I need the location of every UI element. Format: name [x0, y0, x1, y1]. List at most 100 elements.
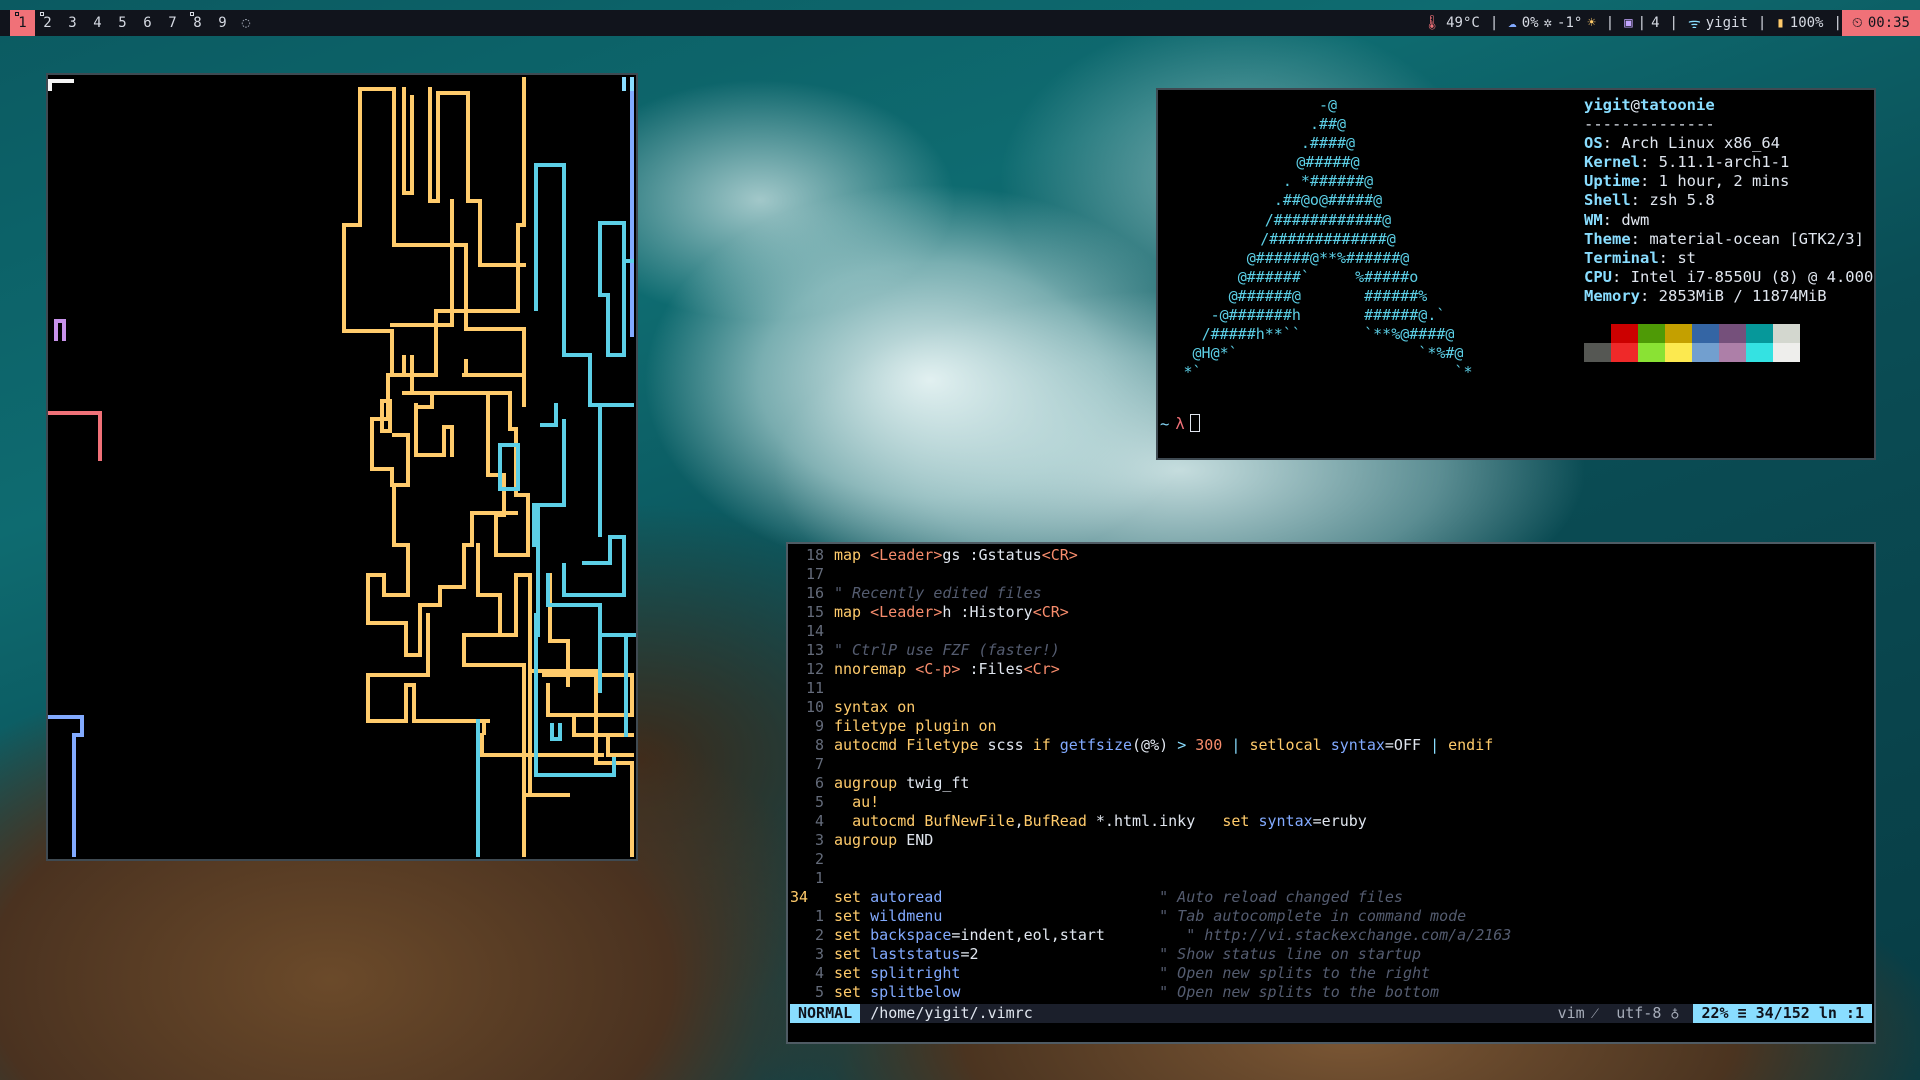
editor-buffer[interactable]: 18 map <Leader>gs :Gstatus<CR> 17 16 " Recen… — [788, 546, 1874, 1002]
info-value: st — [1677, 248, 1696, 267]
code-line[interactable]: 5 set splitbelow " Open new splits to the… — [788, 983, 1874, 1002]
code-line[interactable]: 8 autocmd Filetype scss if getfsize(@%) >… — [788, 736, 1874, 755]
logo-line: @######@ ######% — [1228, 286, 1428, 305]
info-colon: : — [1630, 229, 1650, 248]
code-line[interactable]: 10 syntax on — [788, 698, 1874, 717]
line-number: 10 — [805, 698, 824, 716]
line-number: 1 — [814, 869, 824, 887]
code-line[interactable]: 3 augroup END — [788, 831, 1874, 850]
cpu-value: 0% — [1521, 15, 1539, 31]
line-number: 7 — [814, 755, 824, 773]
info-colon: : — [1640, 286, 1659, 305]
line-number: 5 — [814, 793, 824, 811]
code-line[interactable]: 17 — [788, 565, 1874, 584]
info-row-shell: Shell: zsh 5.8 — [1584, 191, 1873, 210]
tag-label: 6 — [143, 15, 152, 31]
wifi-widget[interactable]: ᯤ yigit — [1678, 10, 1758, 36]
line-number: 3 — [814, 945, 824, 963]
info-key: Uptime — [1584, 172, 1640, 191]
line-number: 6 — [814, 774, 824, 792]
tag-9[interactable]: 9 — [210, 10, 235, 36]
info-colon: : — [1602, 134, 1622, 153]
tag-4[interactable]: 4 — [85, 10, 110, 36]
code-line[interactable]: 14 — [788, 622, 1874, 641]
color-swatch — [1611, 343, 1638, 362]
vim-editor-window[interactable]: 18 map <Leader>gs :Gstatus<CR> 17 16 " Recen… — [786, 542, 1876, 1044]
code-line[interactable]: 34 set autoread " Auto reload changed fil… — [788, 888, 1874, 907]
code-line[interactable]: 2 set backspace=indent,eol,start " http:/… — [788, 926, 1874, 945]
code-line[interactable]: 11 — [788, 679, 1874, 698]
code-line[interactable]: 13 " CtrlP use FZF (faster!) — [788, 641, 1874, 660]
separator: | — [1637, 15, 1647, 31]
info-row-memory: Memory: 2853MiB / 11874MiB — [1584, 287, 1873, 306]
color-swatch — [1611, 324, 1638, 343]
code-line[interactable]: 1 — [788, 869, 1874, 888]
code-line[interactable]: 15 map <Leader>h :History<CR> — [788, 603, 1874, 622]
code-line[interactable]: 4 set splitright " Open new splits to the… — [788, 964, 1874, 983]
occupied-indicator — [15, 12, 19, 16]
info-colon: : — [1640, 172, 1659, 191]
color-palette — [1584, 324, 1800, 362]
info-colon: : — [1602, 210, 1622, 229]
mode-indicator: NORMAL — [790, 1004, 861, 1023]
tag-1[interactable]: 1 — [10, 10, 35, 36]
code-line[interactable]: 7 — [788, 755, 1874, 774]
info-row-uptime: Uptime: 1 hour, 2 mins — [1584, 172, 1873, 191]
neofetch-terminal-window[interactable]: -@ .##@ .####@ @#####@. *######@ .##@o@#####… — [1156, 88, 1876, 460]
info-value: 5.11.1-arch1-1 — [1658, 153, 1790, 172]
tag-5[interactable]: 5 — [110, 10, 135, 36]
system-info: yigit@tatoonie -------------- OS: Arch L… — [1584, 96, 1873, 306]
tag-label: 2 — [43, 15, 52, 31]
tag-3[interactable]: 3 — [60, 10, 85, 36]
line-number: 14 — [805, 622, 824, 640]
code-line[interactable]: 16 " Recently edited files — [788, 584, 1874, 603]
clock-widget[interactable]: ⏲ 00:35 — [1841, 10, 1920, 36]
volume-widget[interactable]: ▣ | 4 — [1614, 10, 1669, 36]
statusline-right: vim ⁄ utf-8 ♁ 22% ≡ 34/152 ln :1 — [1544, 1004, 1872, 1023]
code-line[interactable]: 6 augroup twig_ft — [788, 774, 1874, 793]
clock-value: 00:35 — [1867, 15, 1910, 31]
info-key: CPU — [1584, 267, 1612, 286]
code-line[interactable]: 1 set wildmenu " Tab autocomplete in comm… — [788, 907, 1874, 926]
username: yigit — [1584, 96, 1631, 114]
vim-statusline: NORMAL /home/yigit/.vimrc vim ⁄ utf-8 ♁ … — [790, 1004, 1872, 1023]
info-value: zsh 5.8 — [1649, 191, 1715, 210]
code-line[interactable]: 12 nnoremap <C-p> :Files<Cr> — [788, 660, 1874, 679]
color-swatch — [1773, 324, 1800, 343]
line-number: 12 — [805, 660, 824, 678]
sun-icon: ☀ — [1587, 15, 1596, 31]
header-underline: -------------- — [1584, 115, 1715, 134]
pipes-terminal-window[interactable] — [46, 73, 638, 861]
shell-prompt[interactable]: ~ λ — [1160, 414, 1200, 434]
thermometer-icon: 🌡 — [1423, 15, 1442, 31]
line-content: syntax on — [834, 698, 916, 716]
code-line[interactable]: 9 filetype plugin on — [788, 717, 1874, 736]
layout-icon[interactable]: ◌ — [235, 15, 257, 31]
tag-label: 7 — [168, 15, 177, 31]
tag-8[interactable]: 8 — [185, 10, 210, 36]
pipe-pink — [54, 319, 66, 341]
info-colon: : — [1640, 153, 1659, 172]
code-line[interactable]: 4 autocmd BufNewFile,BufRead *.html.inky… — [788, 812, 1874, 831]
line-content: set splitbelow " Open new splits to the … — [834, 983, 1440, 1001]
separator: | — [1669, 15, 1678, 31]
logo-line: @#####@ — [1296, 153, 1360, 172]
line-number: 13 — [805, 641, 824, 659]
temperature-widget: 🌡 49°C — [1413, 10, 1490, 36]
line-content — [824, 679, 834, 698]
code-line[interactable]: 3 set laststatus=2 " Show status line on … — [788, 945, 1874, 964]
code-line[interactable]: 5 au! — [788, 793, 1874, 812]
pipe-blue — [48, 715, 84, 857]
tag-7[interactable]: 7 — [160, 10, 185, 36]
cursor-position: 22% ≡ 34/152 ln :1 — [1693, 1004, 1872, 1023]
pipe-cyan-group — [476, 163, 636, 857]
info-value: Intel i7-8550U (8) @ 4.000 — [1630, 267, 1874, 286]
code-line[interactable]: 18 map <Leader>gs :Gstatus<CR> — [788, 546, 1874, 565]
prompt-symbol: λ — [1175, 415, 1185, 433]
tag-2[interactable]: 2 — [35, 10, 60, 36]
info-value: 2853MiB / 11874MiB — [1658, 286, 1827, 305]
code-line[interactable]: 2 — [788, 850, 1874, 869]
pipe-white — [48, 79, 74, 91]
tag-6[interactable]: 6 — [135, 10, 160, 36]
line-number: 5 — [814, 983, 824, 1001]
